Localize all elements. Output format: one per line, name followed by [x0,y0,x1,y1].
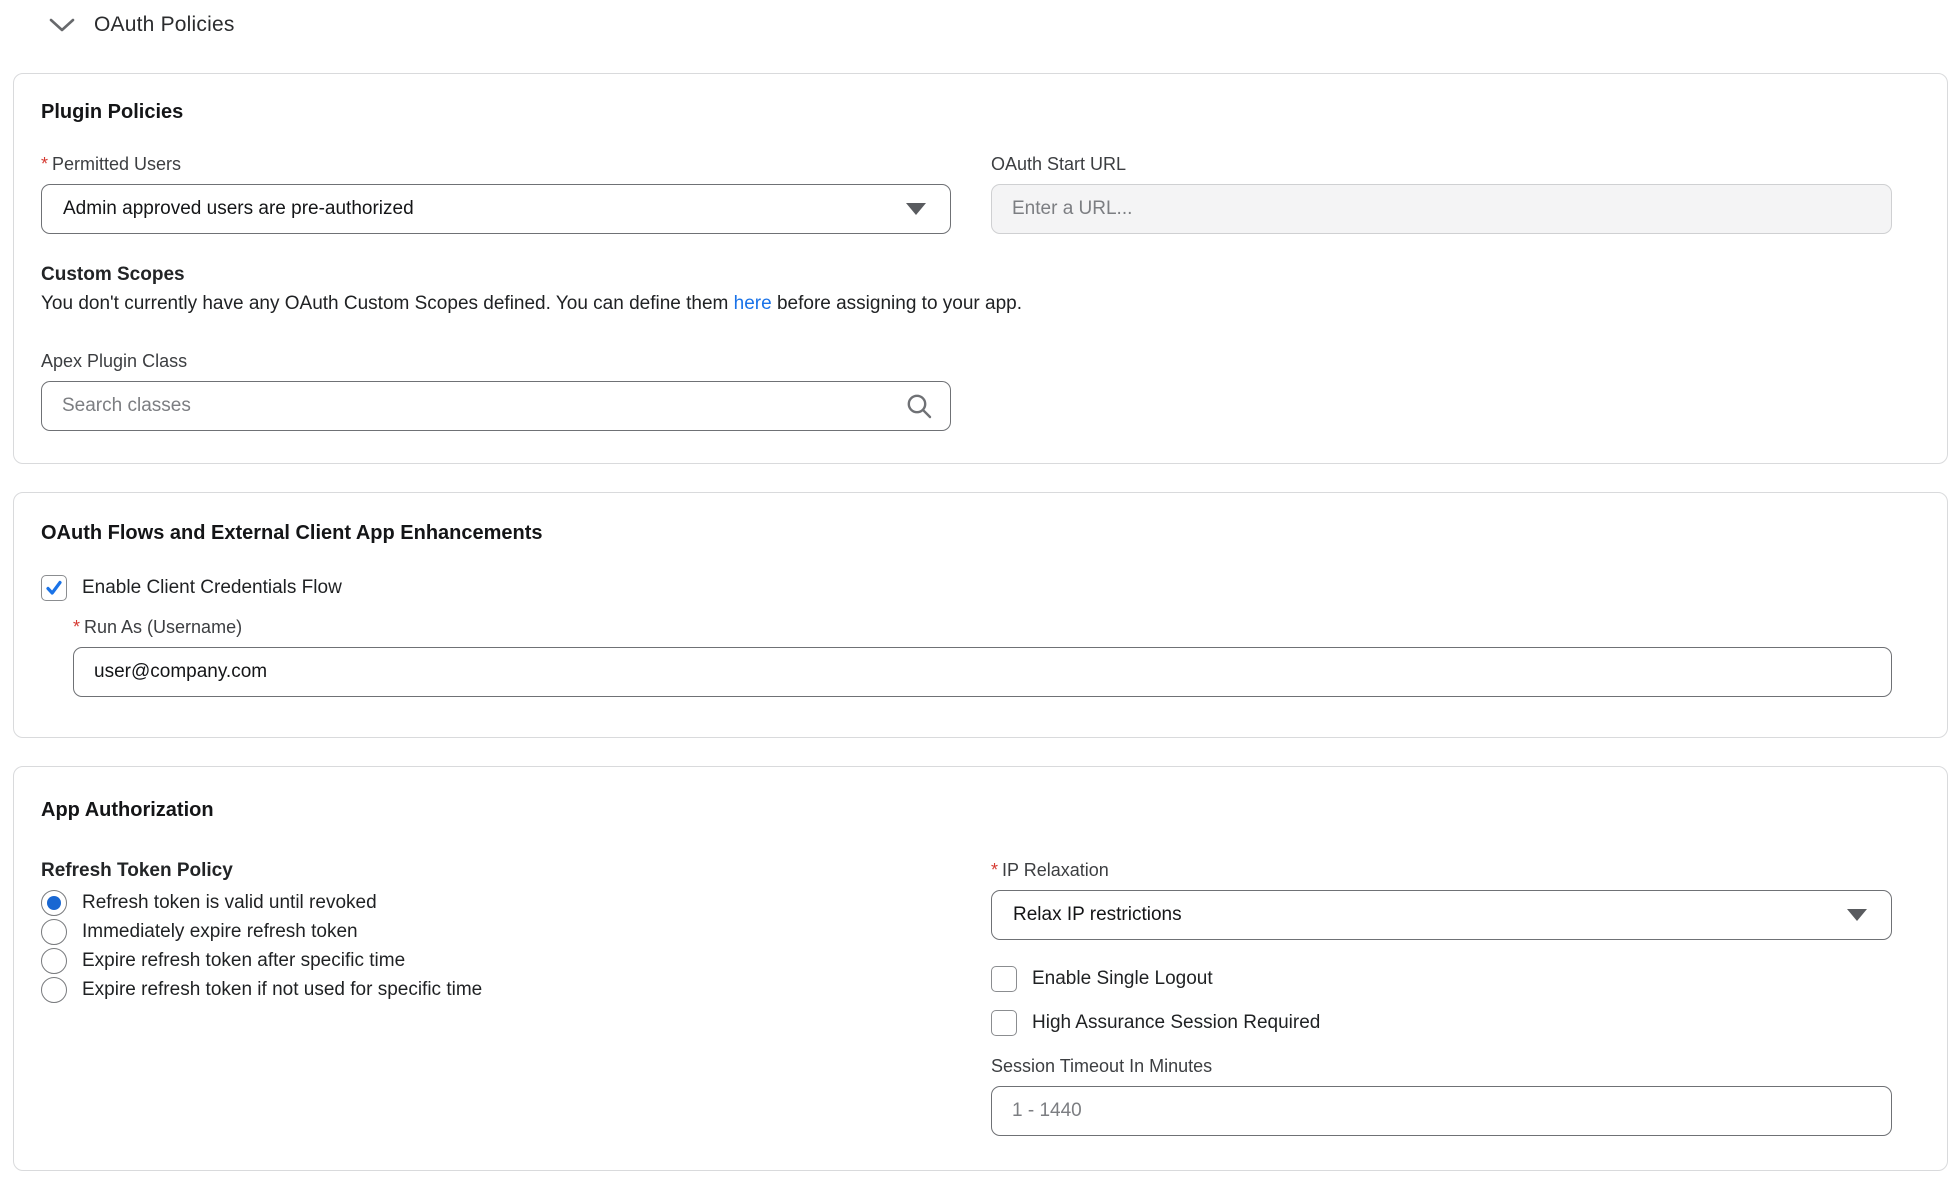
dropdown-arrow-icon [906,203,926,215]
enable-client-credentials-checkbox-row[interactable]: Enable Client Credentials Flow [41,575,1892,601]
chevron-down-icon[interactable] [48,16,76,34]
enable-single-logout-label: Enable Single Logout [1032,968,1213,990]
radio-expire-after-time[interactable]: Expire refresh token after specific time [41,946,951,975]
radio-valid-until-revoked[interactable]: Refresh token is valid until revoked [41,888,951,917]
search-icon [905,392,933,420]
required-asterisk: * [73,617,80,638]
enable-client-credentials-label: Enable Client Credentials Flow [82,577,342,599]
plugin-policies-heading: Plugin Policies [41,101,1892,124]
oauth-flows-card: OAuth Flows and External Client App Enha… [13,492,1948,738]
permitted-users-value: Admin approved users are pre-authorized [63,198,414,220]
ip-relaxation-dropdown[interactable]: Relax IP restrictions [991,890,1892,940]
run-as-username-input[interactable] [73,647,1892,697]
define-scopes-link[interactable]: here [734,293,772,314]
permitted-users-label: * Permitted Users [41,154,951,175]
radio-unselected-icon [41,919,67,945]
custom-scopes-description: You don't currently have any OAuth Custo… [41,293,1892,315]
checkbox-checked-icon [41,575,67,601]
app-authorization-card: App Authorization Refresh Token Policy R… [13,766,1948,1171]
apex-class-search-input[interactable] [41,381,951,431]
run-as-label: * Run As (Username) [73,617,1892,638]
radio-selected-icon [41,890,67,916]
plugin-policies-card: Plugin Policies * Permitted Users Admin … [13,73,1948,464]
refresh-token-policy-label: Refresh Token Policy [41,860,951,882]
app-authorization-heading: App Authorization [41,799,1892,822]
oauth-start-url-input[interactable] [991,184,1892,234]
required-asterisk: * [991,860,998,881]
checkbox-unchecked-icon [991,966,1017,992]
permitted-users-dropdown[interactable]: Admin approved users are pre-authorized [41,184,951,234]
ip-relaxation-label: * IP Relaxation [991,860,1892,881]
checkbox-unchecked-icon [991,1010,1017,1036]
oauth-flows-heading: OAuth Flows and External Client App Enha… [41,522,1892,545]
high-assurance-checkbox-row[interactable]: High Assurance Session Required [991,1010,1892,1036]
session-timeout-input[interactable] [991,1086,1892,1136]
ip-relaxation-value: Relax IP restrictions [1013,904,1182,926]
enable-single-logout-checkbox-row[interactable]: Enable Single Logout [991,966,1892,992]
refresh-token-policy-radio-group: Refresh token is valid until revoked Imm… [41,888,951,1004]
session-timeout-label: Session Timeout In Minutes [991,1056,1892,1077]
radio-expire-if-not-used[interactable]: Expire refresh token if not used for spe… [41,975,951,1004]
radio-unselected-icon [41,977,67,1003]
oauth-start-url-label: OAuth Start URL [991,154,1892,175]
radio-immediately-expire[interactable]: Immediately expire refresh token [41,917,951,946]
oauth-policies-section-header: OAuth Policies [0,0,1952,42]
page-title: OAuth Policies [94,13,235,37]
apex-plugin-class-label: Apex Plugin Class [41,351,1892,372]
custom-scopes-section: Custom Scopes You don't currently have a… [41,264,1892,315]
required-asterisk: * [41,154,48,175]
custom-scopes-heading: Custom Scopes [41,264,1892,286]
radio-unselected-icon [41,948,67,974]
dropdown-arrow-icon [1847,909,1867,921]
high-assurance-label: High Assurance Session Required [1032,1012,1320,1034]
